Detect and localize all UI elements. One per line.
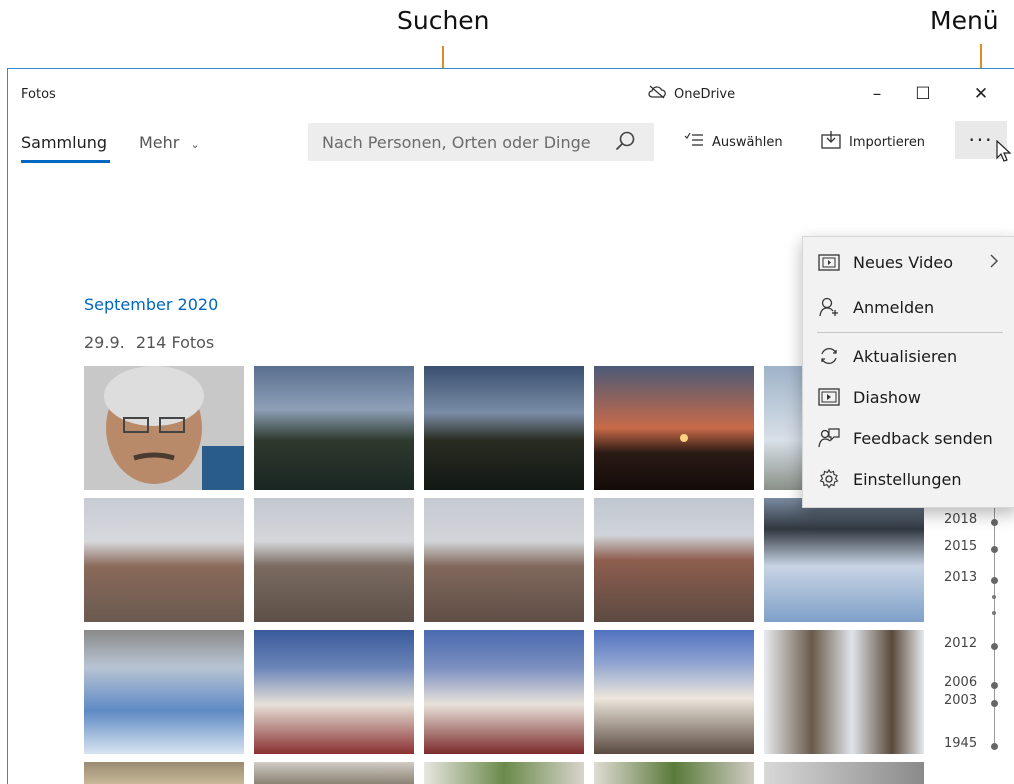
photo-tile[interactable] (764, 630, 924, 754)
timeline-marker (991, 546, 998, 553)
select-button[interactable]: Auswählen (684, 127, 783, 157)
photo-tile[interactable] (84, 498, 244, 622)
photo-tile[interactable] (84, 630, 244, 754)
timeline-marker (991, 519, 998, 526)
onedrive-status[interactable]: OneDrive (648, 85, 735, 103)
more-menu: Neues Video Anmelden Aktualisieren Diash… (802, 236, 1014, 508)
month-heading: September 2020 (84, 295, 219, 314)
chevron-right-icon (990, 254, 998, 268)
app-title: Fotos (21, 87, 56, 102)
slideshow-icon (818, 386, 840, 408)
photo-tile[interactable] (594, 762, 754, 784)
timeline-marker (991, 743, 998, 750)
tab-collection[interactable]: Sammlung (21, 133, 107, 152)
import-button[interactable]: Importieren (821, 127, 925, 157)
refresh-icon (818, 345, 840, 367)
photo-tile[interactable] (84, 366, 244, 490)
menu-item-refresh[interactable]: Aktualisieren (803, 336, 1014, 376)
timeline-year[interactable]: 2012 (944, 636, 977, 651)
photo-tile[interactable] (254, 366, 414, 490)
callout-search: Suchen (397, 6, 490, 35)
timeline-year[interactable]: 2018 (944, 512, 977, 527)
menu-item-label: Einstellungen (853, 469, 962, 489)
search-icon[interactable] (614, 130, 636, 152)
timeline-dot (992, 595, 996, 599)
timeline-dot (992, 611, 996, 615)
photo-tile[interactable] (254, 498, 414, 622)
active-tab-indicator (21, 160, 110, 163)
chevron-down-icon: ⌄ (190, 138, 200, 151)
photo-count: 214 Fotos (135, 333, 215, 352)
close-button[interactable]: ✕ (958, 79, 1004, 109)
photo-tile[interactable] (424, 366, 584, 490)
date-heading: 29.9. 214 Fotos (84, 333, 214, 352)
photo-tile[interactable] (424, 762, 584, 784)
photo-tile[interactable] (594, 498, 754, 622)
feedback-icon (818, 427, 840, 449)
search-input[interactable]: Nach Personen, Orten oder Dinge (322, 133, 598, 152)
menu-item-new-video[interactable]: Neues Video (803, 242, 1014, 282)
mouse-cursor-icon (996, 140, 1012, 162)
menu-item-label: Anmelden (853, 297, 935, 317)
onedrive-label: OneDrive (674, 86, 736, 102)
timeline-year[interactable]: 2006 (944, 675, 977, 690)
menu-item-feedback[interactable]: Feedback senden (803, 418, 1014, 458)
photo-tile[interactable] (594, 366, 754, 490)
menu-item-slideshow[interactable]: Diashow (803, 377, 1014, 417)
menu-separator (817, 332, 1003, 333)
menu-item-label: Neues Video (853, 252, 954, 272)
menu-item-label: Aktualisieren (853, 346, 958, 366)
photo-tile[interactable] (764, 762, 924, 784)
import-label: Importieren (849, 134, 926, 150)
photo-tile[interactable] (254, 762, 414, 784)
timeline-year[interactable]: 2015 (944, 539, 977, 554)
import-icon (821, 131, 841, 153)
photo-tile[interactable] (424, 630, 584, 754)
video-icon (818, 251, 840, 273)
timeline-marker (991, 700, 998, 707)
person-add-icon (818, 296, 840, 318)
menu-item-sign-in[interactable]: Anmelden (803, 287, 1014, 327)
timeline-marker (991, 643, 998, 650)
checklist-icon (684, 132, 704, 152)
timeline-year[interactable]: 2013 (944, 570, 977, 585)
gear-icon (818, 468, 840, 490)
photo-tile[interactable] (254, 630, 414, 754)
menu-item-label: Diashow (853, 387, 921, 407)
tab-more[interactable]: Mehr ⌄ (139, 133, 200, 152)
photo-tile[interactable] (594, 630, 754, 754)
search-box[interactable]: Nach Personen, Orten oder Dinge (308, 123, 654, 161)
menu-item-settings[interactable]: Einstellungen (803, 459, 1014, 499)
photo-tile[interactable] (84, 762, 244, 784)
timeline-marker (991, 682, 998, 689)
select-label: Auswählen (712, 134, 783, 150)
title-bar: Fotos OneDrive – ☐ ✕ (8, 69, 1014, 121)
timeline-marker (991, 577, 998, 584)
callout-menu: Menü (930, 6, 999, 35)
photo-tile[interactable] (424, 498, 584, 622)
date-label: 29.9. (84, 333, 125, 352)
menu-item-label: Feedback senden (853, 428, 993, 448)
timeline-year[interactable]: 2003 (944, 693, 977, 708)
minimize-button[interactable]: – (854, 79, 900, 109)
cloud-offline-icon (648, 85, 666, 103)
timeline-year[interactable]: 1945 (944, 736, 977, 751)
photo-tile[interactable] (764, 498, 924, 622)
tab-more-label: Mehr (139, 133, 180, 152)
maximize-button[interactable]: ☐ (900, 79, 946, 109)
photos-window: Fotos OneDrive – ☐ ✕ Sammlung Mehr ⌄ Nac… (7, 68, 1014, 784)
